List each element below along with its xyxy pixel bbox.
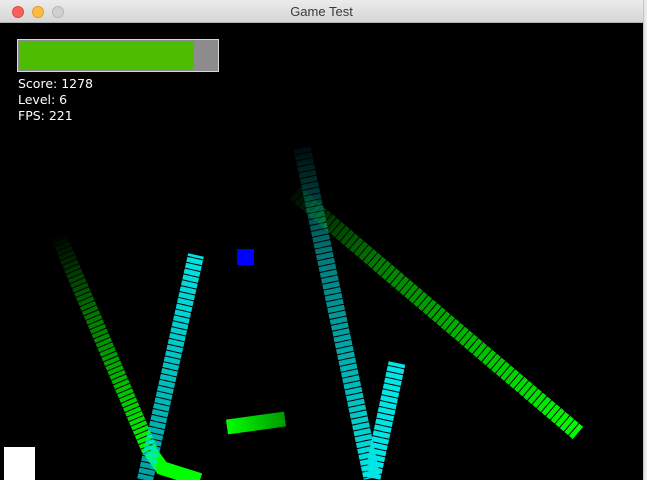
level-label: Level: 6 — [18, 92, 68, 107]
game-canvas[interactable]: Score: 1278 Level: 6 FPS: 221 — [0, 23, 643, 480]
player-square — [4, 447, 35, 480]
green-trail-left — [50, 231, 158, 455]
score-label: Score: 1278 — [18, 76, 94, 91]
window-title: Game Test — [290, 4, 353, 19]
enemy-square — [237, 249, 254, 265]
game-window: Game Test Score: 1278 Level: 6 FPS: 221 — [0, 0, 643, 480]
desktop-background — [643, 0, 647, 480]
title-bar[interactable]: Game Test — [0, 0, 643, 23]
health-bar-fill — [19, 41, 194, 70]
trail-layer — [50, 146, 584, 480]
cyan-trail-left — [137, 253, 204, 480]
green-trail-short — [225, 411, 287, 435]
fps-label: FPS: 221 — [18, 108, 73, 123]
health-bar — [17, 39, 219, 72]
